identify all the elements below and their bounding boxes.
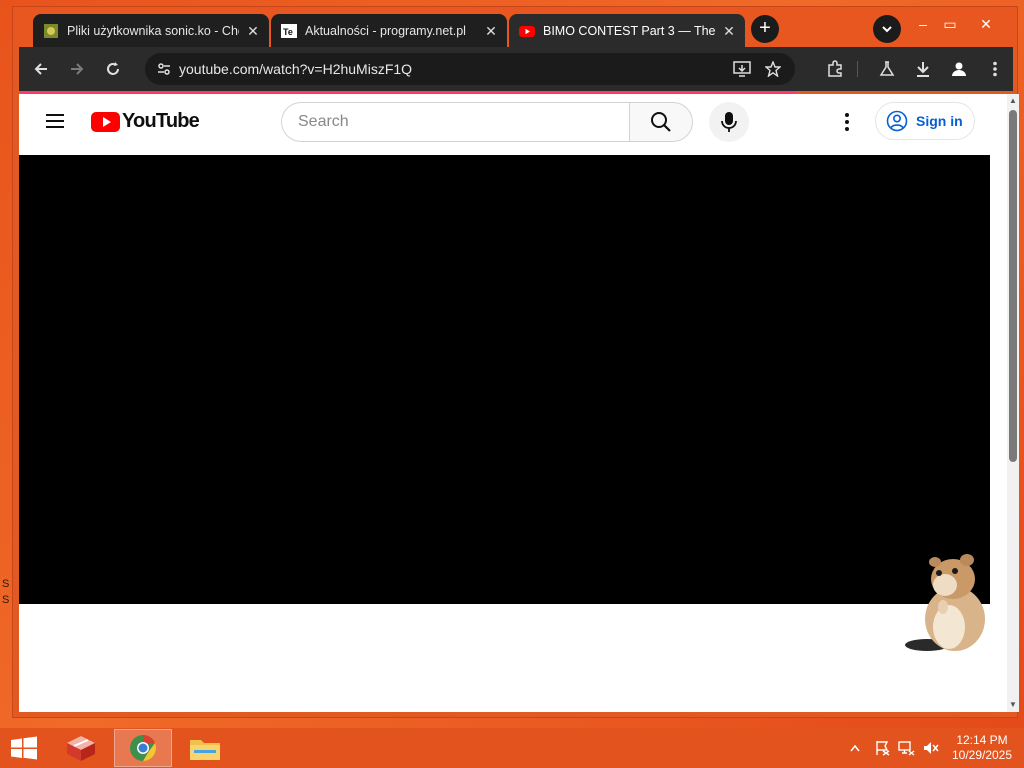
flask-icon	[879, 61, 895, 76]
labs-button[interactable]	[875, 57, 899, 81]
youtube-favicon-icon	[519, 23, 535, 39]
tab-bimo-contest[interactable]: BIMO CONTEST Part 3 — The Fi ✕	[509, 14, 745, 47]
url-text[interactable]: youtube.com/watch?v=H2huMiszF1Q	[179, 61, 733, 77]
network-icon[interactable]	[898, 728, 916, 768]
maximize-button[interactable]: ▭	[935, 13, 965, 35]
scroll-up-arrow-icon[interactable]: ▲	[1009, 96, 1017, 105]
youtube-logo[interactable]: YouTube	[91, 110, 200, 133]
bookmark-star-icon[interactable]	[765, 61, 781, 77]
tab-sonic[interactable]: Pliki użytkownika sonic.ko - Cho ✕	[33, 14, 269, 47]
arrow-right-icon	[71, 63, 84, 75]
arrow-left-icon	[34, 63, 47, 75]
close-tab-icon[interactable]: ✕	[245, 23, 261, 39]
windows-taskbar: 12:14 PM 10/29/2025	[0, 728, 1024, 768]
action-center-flag-icon[interactable]	[874, 728, 890, 768]
taskbar-app-chrome[interactable]	[114, 729, 172, 767]
download-icon	[917, 62, 929, 77]
chevron-up-icon	[850, 744, 860, 752]
volume-muted-icon[interactable]	[922, 728, 940, 768]
system-clock[interactable]: 12:14 PM 10/29/2025	[946, 733, 1018, 763]
search-input[interactable]: Search	[281, 102, 631, 142]
page-viewport: YouTube Search Sign in	[19, 94, 1007, 712]
close-tab-icon[interactable]: ✕	[721, 23, 737, 39]
back-button[interactable]	[29, 57, 53, 81]
hamster-sticker	[905, 554, 985, 651]
microphone-icon	[721, 112, 737, 132]
chevron-down-icon	[882, 26, 892, 33]
sonic-favicon-icon	[43, 23, 59, 39]
search-icon	[651, 112, 671, 132]
profile-icon	[952, 62, 966, 76]
more-vertical-icon	[993, 61, 997, 77]
youtube-play-icon	[91, 111, 120, 132]
browser-toolbar: youtube.com/watch?v=H2huMiszF1Q	[19, 47, 1013, 91]
reload-button[interactable]	[101, 57, 125, 81]
youtube-header: YouTube Search Sign in	[19, 94, 1007, 150]
package-app-icon	[67, 736, 95, 761]
desktop-icon-label[interactable]: S	[2, 594, 9, 606]
desktop-icon-label[interactable]: S	[2, 578, 9, 590]
tab-strip: Pliki użytkownika sonic.ko - Cho ✕ Te Ak…	[13, 7, 1017, 47]
browser-window: Pliki użytkownika sonic.ko - Cho ✕ Te Ak…	[12, 6, 1019, 718]
voice-search-button[interactable]	[709, 102, 749, 142]
settings-menu-button[interactable]	[835, 110, 859, 134]
sign-in-label: Sign in	[916, 113, 963, 129]
start-button[interactable]	[0, 729, 48, 767]
desktop-background-icons: S S	[0, 0, 12, 720]
windows-logo-icon	[11, 736, 37, 760]
show-hidden-icons[interactable]	[850, 728, 860, 768]
tab-title: BIMO CONTEST Part 3 — The Fi	[543, 23, 715, 38]
browser-app-icon	[130, 735, 156, 761]
svg-text:Te: Te	[283, 27, 293, 37]
tab-programy[interactable]: Te Aktualności - programy.net.pl ✕	[271, 14, 507, 47]
extensions-button[interactable]	[823, 57, 847, 81]
tab-title: Pliki użytkownika sonic.ko - Cho	[67, 23, 239, 38]
minimize-button[interactable]: –	[908, 13, 938, 35]
site-info-icon[interactable]	[157, 62, 171, 76]
profile-button[interactable]	[947, 57, 971, 81]
close-tab-icon[interactable]: ✕	[483, 23, 499, 39]
sign-in-button[interactable]: Sign in	[875, 102, 975, 140]
taskbar-app-file-explorer[interactable]	[176, 729, 234, 767]
search-button[interactable]	[629, 102, 693, 142]
toolbar-divider	[857, 61, 858, 77]
close-window-button[interactable]: ✕	[971, 13, 1001, 35]
downloads-button[interactable]	[911, 57, 935, 81]
tab-title: Aktualności - programy.net.pl	[305, 23, 466, 38]
browser-menu-button[interactable]	[983, 57, 1007, 81]
scroll-down-arrow-icon[interactable]: ▼	[1009, 700, 1017, 709]
folder-icon	[190, 740, 220, 760]
forward-button[interactable]	[65, 57, 89, 81]
new-tab-button[interactable]: +	[751, 15, 779, 43]
programy-favicon-icon: Te	[281, 23, 297, 39]
video-player[interactable]	[19, 155, 990, 651]
taskbar-app-package[interactable]	[52, 729, 110, 767]
clock-date: 10/29/2025	[951, 748, 1013, 762]
install-app-icon[interactable]	[733, 61, 751, 77]
menu-icon[interactable]	[43, 110, 67, 134]
clock-time: 12:14 PM	[956, 733, 1008, 747]
address-bar[interactable]: youtube.com/watch?v=H2huMiszF1Q	[145, 53, 795, 85]
reload-icon	[107, 62, 119, 75]
youtube-wordmark: YouTube	[122, 110, 200, 132]
scrollbar-thumb[interactable]	[1009, 110, 1017, 462]
tab-search-button[interactable]	[873, 15, 901, 43]
account-circle-icon	[886, 110, 908, 132]
page-scrollbar[interactable]: ▲ ▼	[1007, 94, 1019, 712]
puzzle-icon	[828, 60, 842, 77]
